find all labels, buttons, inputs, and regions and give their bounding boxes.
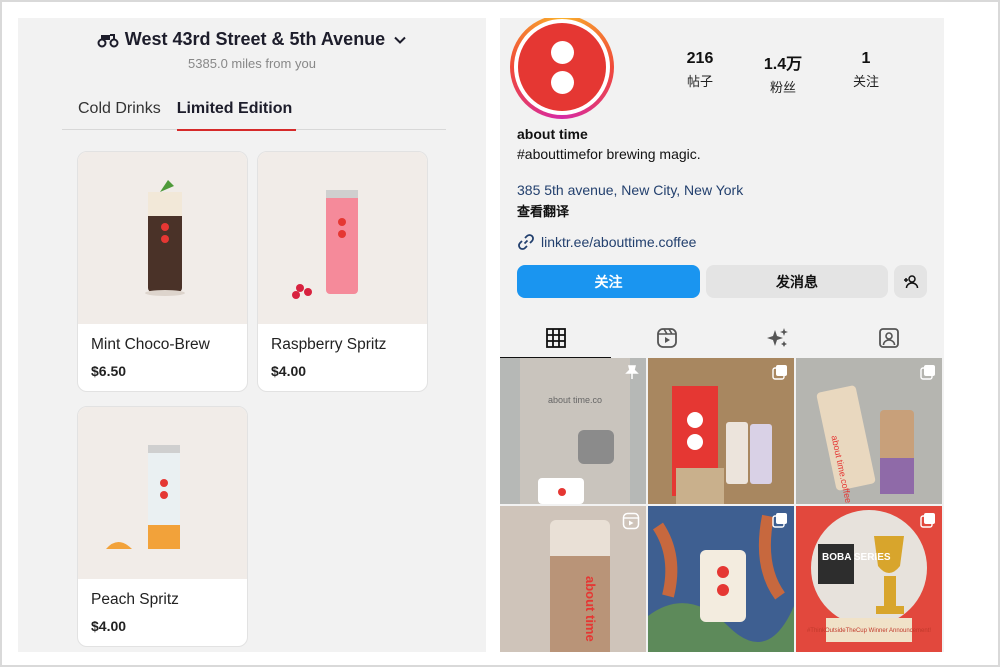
product-card[interactable]: Peach Spritz $4.00 [77,406,248,647]
stat-label: 关注 [852,74,879,89]
product-price: $4.00 [271,363,307,379]
store-selector[interactable]: West 43rd Street & 5th Avenue [18,29,486,50]
stat-value: 216 [686,50,714,67]
post-thumbnail[interactable]: about time.co [500,358,646,504]
tab-cold-drinks[interactable]: Cold Drinks [62,96,161,130]
product-card[interactable]: Mint Choco-Brew $6.50 [77,151,248,392]
multi-icon [772,513,787,528]
product-name: Peach Spritz [91,591,179,608]
product-name: Mint Choco-Brew [91,336,210,353]
brand-logo [518,23,606,111]
post-grid: about time.co about time.coffee about ti… [500,358,944,652]
stat-label: 粉丝 [769,80,796,95]
product-price: $4.00 [91,618,127,634]
profile-description: #abouttimefor brewing magic. [517,146,701,162]
product-price: $6.50 [91,363,127,379]
tagged-icon [878,328,899,348]
multi-icon [920,365,935,380]
post-overlay-text: #ThinkOutsideTheCup Winner Announcement! [807,628,931,634]
profile-bio: about time #abouttimefor brewing magic. … [517,126,937,251]
content-tabs [500,318,944,358]
avatar[interactable] [510,18,614,119]
post-caption: BOBA SERIES [822,552,891,563]
ordering-panel: West 43rd Street & 5th Avenue 5385.0 mil… [18,18,486,652]
sparkle-icon [766,328,788,347]
tab-limited-edition[interactable]: Limited Edition [176,96,296,131]
tab-grid[interactable] [500,318,611,358]
store-header: West 43rd Street & 5th Avenue 5385.0 mil… [18,18,486,71]
reels-icon [656,328,677,348]
product-name: Raspberry Spritz [271,336,387,353]
profile-name: about time [517,126,588,142]
add-person-button[interactable] [894,265,927,298]
post-thumbnail[interactable] [648,358,794,504]
multi-icon [920,513,935,528]
profile-panel: 216 帖子 1.4万 粉丝 1 关注 about time #abouttim… [500,18,944,652]
stat-following[interactable]: 1 关注 [826,50,906,90]
translate-link[interactable]: 查看翻译 [517,201,937,220]
post-caption: about time.co [548,395,602,405]
menu-tabs: Cold Drinks Limited Edition [62,96,446,131]
store-distance: 5385.0 miles from you [188,56,316,71]
stat-posts[interactable]: 216 帖子 [660,50,740,90]
message-button[interactable]: 发消息 [706,265,888,298]
product-card[interactable]: Raspberry Spritz $4.00 [257,151,428,392]
post-thumbnail[interactable]: about time [500,506,646,652]
stat-label: 帖子 [686,74,713,89]
post-caption: about time [583,576,598,642]
post-thumbnail[interactable]: about time.coffee [796,358,942,504]
scooter-icon [97,33,119,47]
add-person-icon [903,274,918,288]
profile-link[interactable]: linktr.ee/abouttime.coffee [517,233,937,251]
stat-value: 1.4万 [763,56,803,73]
tab-tagged[interactable] [833,318,944,358]
multi-icon [772,365,787,380]
post-thumbnail[interactable] [648,506,794,652]
stat-followers[interactable]: 1.4万 粉丝 [743,50,823,96]
pin-icon [625,365,639,379]
screenshot-frame: West 43rd Street & 5th Avenue 5385.0 mil… [0,0,1000,667]
grid-icon [545,328,566,348]
reel-icon [622,512,640,530]
product-photo [78,407,247,579]
post-thumbnail[interactable]: BOBA SERIES #ThinkOutsideTheCup Winner A… [796,506,942,652]
store-name: West 43rd Street & 5th Avenue [124,29,386,49]
product-photo [78,152,247,324]
link-icon [518,234,534,250]
product-photo [258,152,427,324]
stat-value: 1 [861,50,871,67]
tab-ai[interactable] [722,318,833,358]
profile-address[interactable]: 385 5th avenue, New City, New York [517,182,937,198]
follow-button[interactable]: 关注 [517,265,700,298]
tab-reels[interactable] [611,318,722,358]
profile-link-text: linktr.ee/abouttime.coffee [541,234,697,250]
chevron-down-icon[interactable] [393,33,407,47]
